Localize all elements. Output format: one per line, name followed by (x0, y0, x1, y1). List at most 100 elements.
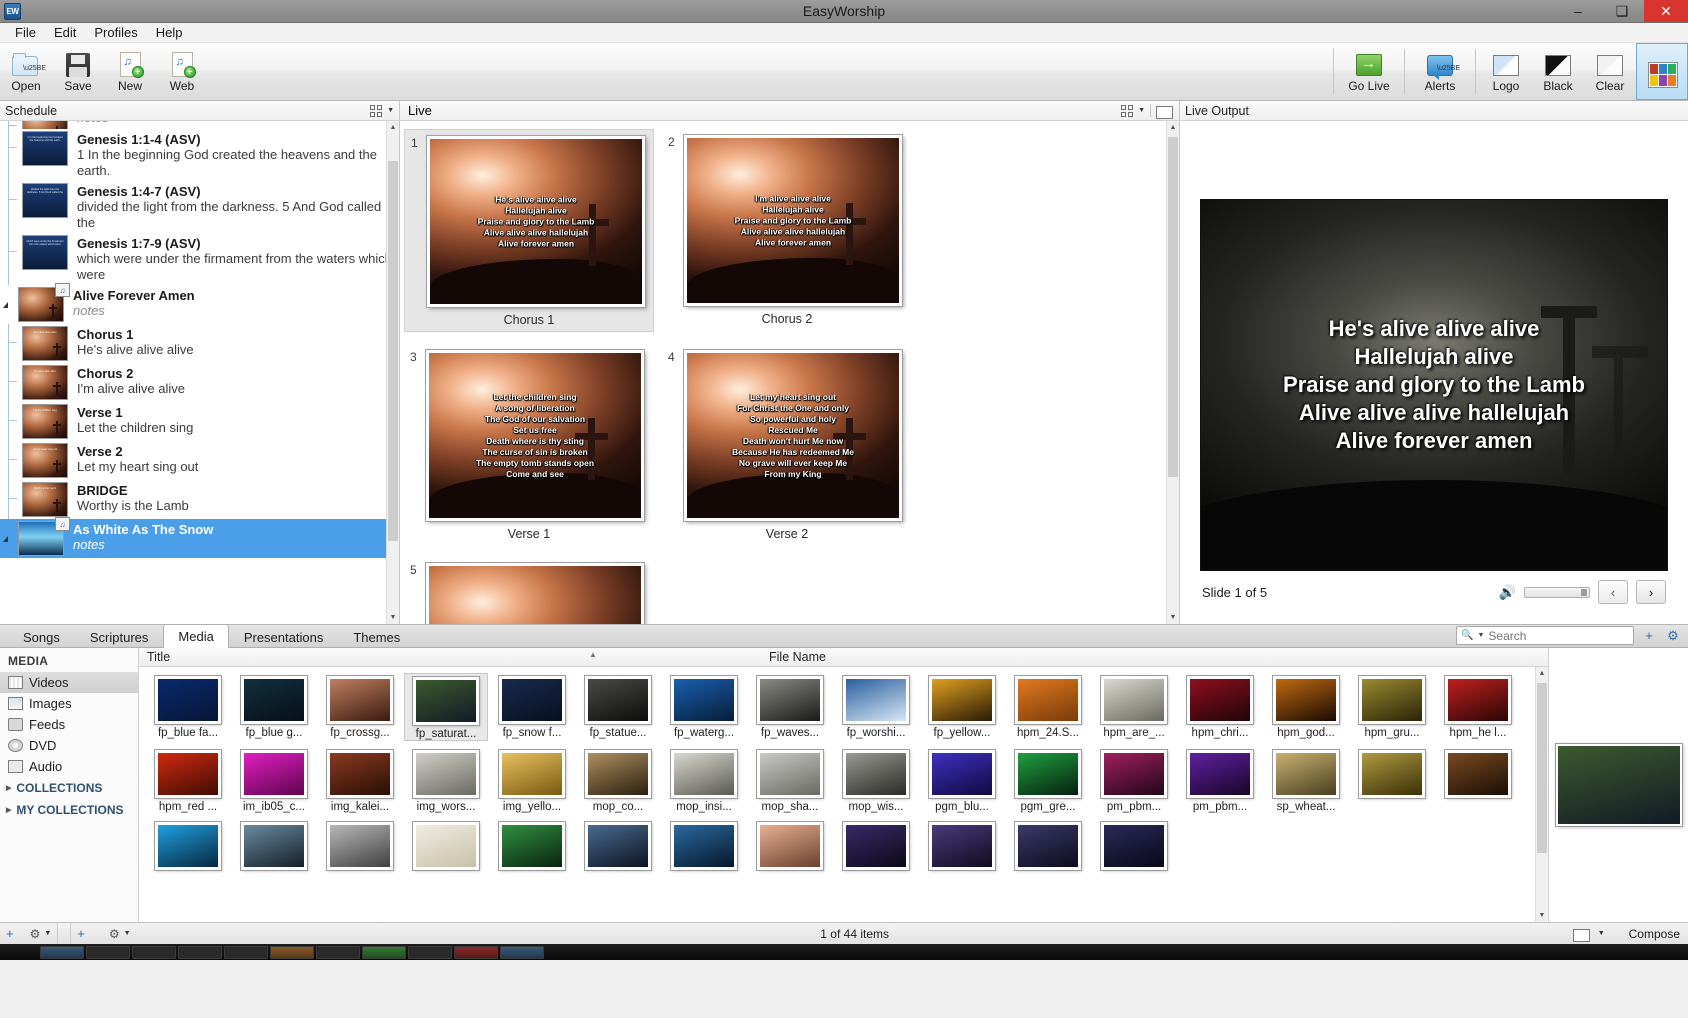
menu-edit[interactable]: Edit (45, 24, 85, 41)
volume-slider[interactable] (1524, 587, 1590, 598)
media-item[interactable]: pm_pbm... (1092, 747, 1176, 813)
media-item[interactable] (1092, 819, 1176, 873)
media-scrollbar[interactable]: ▲ ▼ (1535, 667, 1548, 922)
tab-scriptures[interactable]: Scriptures (75, 626, 164, 647)
taskbar-item[interactable] (270, 946, 314, 959)
media-item[interactable] (1350, 747, 1434, 801)
media-item[interactable]: pgm_gre... (1006, 747, 1090, 813)
media-item[interactable]: fp_blue g... (232, 673, 316, 739)
media-item[interactable]: mop_insi... (662, 747, 746, 813)
column-file-name[interactable]: File Name (769, 650, 826, 664)
schedule-item-as-white-as-the-snow[interactable]: ♫As White As The Snownotes (0, 519, 399, 558)
media-item[interactable]: hpm_chri... (1178, 673, 1262, 739)
schedule-settings-button[interactable]: ⚙ (30, 927, 41, 941)
tab-themes[interactable]: Themes (338, 626, 415, 647)
media-item[interactable]: mop_co... (576, 747, 660, 813)
live-slide-1[interactable]: 1He's alive alive aliveHallelujah aliveP… (404, 129, 654, 332)
media-item[interactable]: img_yello... (490, 747, 574, 813)
media-item[interactable]: hpm_are_... (1092, 673, 1176, 739)
live-slide-4[interactable]: 4Let my heart sing outFor Christ the One… (662, 344, 912, 545)
column-title[interactable]: Title (139, 650, 170, 664)
taskbar-item[interactable] (40, 946, 84, 959)
media-settings-button[interactable]: ⚙ (1664, 627, 1682, 645)
media-item[interactable]: hpm_24.S... (1006, 673, 1090, 739)
media-item[interactable]: hpm_gru... (1350, 673, 1434, 739)
schedule-item-bridge[interactable]: Worthy is the LambBRIDGEWorthy is the La… (0, 480, 399, 519)
live-slide-3[interactable]: 3Let the children singA song of liberati… (404, 344, 654, 545)
media-item[interactable] (232, 819, 316, 873)
taskbar-item[interactable] (178, 946, 222, 959)
media-item[interactable]: pgm_blu... (920, 747, 1004, 813)
chevron-down-icon[interactable]: ▼ (1477, 632, 1484, 639)
logo-button[interactable]: Logo (1480, 43, 1532, 100)
monitor-icon[interactable] (1573, 929, 1590, 942)
media-item[interactable]: sp_wheat... (1264, 747, 1348, 813)
media-item[interactable] (146, 819, 230, 873)
scroll-down-icon[interactable]: ▼ (1536, 909, 1548, 922)
next-slide-button[interactable]: › (1636, 580, 1666, 604)
taskbar-item[interactable] (224, 946, 268, 959)
chevron-down-icon[interactable]: ▼ (44, 930, 51, 937)
menu-profiles[interactable]: Profiles (85, 24, 146, 41)
volume-icon[interactable]: 🔊 (1499, 584, 1516, 601)
schedule-scrollbar[interactable]: ▲ ▼ (386, 121, 399, 624)
grid-view-icon[interactable] (370, 105, 382, 117)
media-item[interactable] (834, 819, 918, 873)
taskbar-item[interactable] (454, 946, 498, 959)
scroll-thumb[interactable] (1537, 683, 1547, 853)
media-item[interactable] (920, 819, 1004, 873)
volume-thumb[interactable] (1581, 589, 1587, 596)
sidebar-item-audio[interactable]: Audio (0, 756, 138, 777)
sidebar-item-videos[interactable]: Videos (0, 672, 138, 693)
menu-file[interactable]: File (6, 24, 45, 41)
media-item[interactable] (1436, 747, 1520, 801)
taskbar-item[interactable] (86, 946, 130, 959)
sidebar-item-feeds[interactable]: Feeds (0, 714, 138, 735)
live-slide-5[interactable]: 5Worthy is the LambWorthy of our praiseW… (404, 557, 654, 624)
live-output-preview[interactable]: He's alive alive aliveHallelujah alivePr… (1200, 199, 1668, 571)
open-button[interactable]: \u25BE Open (0, 43, 52, 100)
media-item[interactable]: fp_statue... (576, 673, 660, 739)
schedule-item-verse-1[interactable]: Let the children singVerse 1Let the chil… (0, 402, 399, 441)
scroll-thumb[interactable] (388, 161, 398, 541)
scroll-up-icon[interactable]: ▲ (387, 121, 399, 134)
scroll-up-icon[interactable]: ▲ (1536, 667, 1548, 680)
media-item[interactable]: mop_sha... (748, 747, 832, 813)
taskbar-item[interactable] (362, 946, 406, 959)
new-button[interactable]: ♫+ New (104, 43, 156, 100)
chevron-down-icon[interactable]: ▼ (1598, 930, 1605, 937)
live-slide-2[interactable]: 2I'm alive alive aliveHallelujah alivePr… (662, 129, 912, 330)
media-item[interactable] (318, 819, 402, 873)
schedule-item-chorus-2[interactable]: I'm alive alive aliveChorus 2I'm alive a… (0, 363, 399, 402)
taskbar-item[interactable] (500, 946, 544, 959)
menu-help[interactable]: Help (147, 24, 192, 41)
schedule-item-genesis-1-4-7-asv-[interactable]: divided the light from the darkness. 5 A… (0, 181, 399, 233)
media-item[interactable]: hpm_god... (1264, 673, 1348, 739)
media-item[interactable]: fp_waves... (748, 673, 832, 739)
sidebar-group-my-collections[interactable]: ▶MY COLLECTIONS (0, 799, 138, 821)
scroll-thumb[interactable] (1168, 137, 1178, 477)
schedule-item-item[interactable]: notes (0, 121, 399, 129)
media-item[interactable]: fp_waterg... (662, 673, 746, 739)
web-button[interactable]: ♫+ Web (156, 43, 208, 100)
media-item[interactable] (748, 819, 832, 873)
media-item[interactable]: mop_wis... (834, 747, 918, 813)
media-item[interactable]: img_wors... (404, 747, 488, 813)
media-item[interactable]: im_ib05_c... (232, 747, 316, 813)
media-item[interactable] (1006, 819, 1090, 873)
schedule-item-alive-forever-amen[interactable]: ♫Alive Forever Amennotes (0, 285, 399, 324)
media-item[interactable]: fp_saturat... (404, 673, 488, 741)
schedule-item-verse-2[interactable]: Let my heart sing outVerse 2Let my heart… (0, 441, 399, 480)
media-item[interactable] (662, 819, 746, 873)
taskbar-item[interactable] (132, 946, 176, 959)
black-button[interactable]: Black (1532, 43, 1584, 100)
expander-icon[interactable] (3, 302, 8, 308)
compose-label[interactable]: Compose (1629, 927, 1680, 941)
media-item[interactable] (576, 819, 660, 873)
chevron-down-icon[interactable]: ▼ (387, 107, 394, 114)
schedule-item-chorus-1[interactable]: He's alive alive aliveChorus 1He's alive… (0, 324, 399, 363)
media-item[interactable]: fp_blue fa... (146, 673, 230, 739)
media-item[interactable]: fp_crossg... (318, 673, 402, 739)
expander-icon[interactable] (3, 536, 8, 542)
chevron-down-icon[interactable]: ▼ (124, 930, 131, 937)
